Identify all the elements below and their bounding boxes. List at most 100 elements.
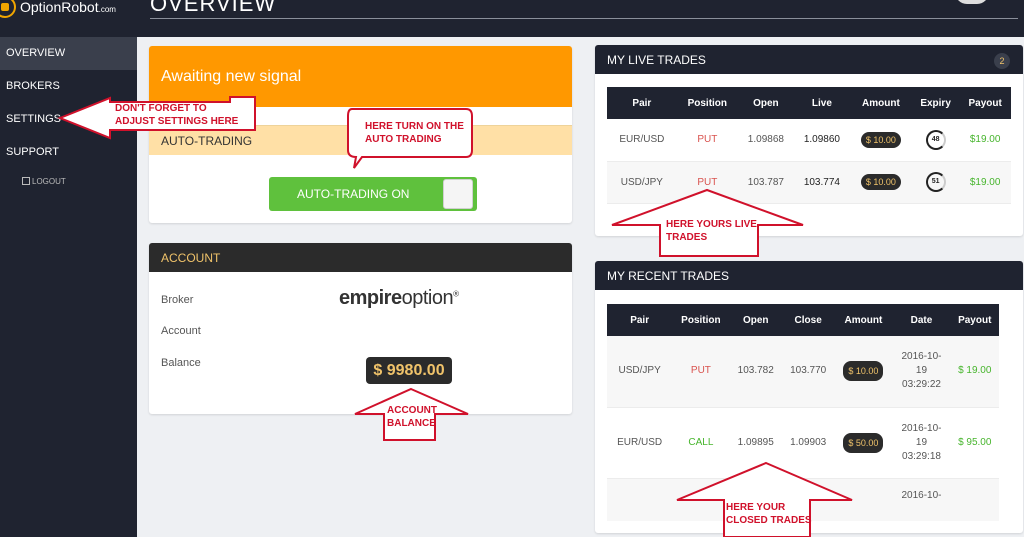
account-card: ACCOUNT Broker Account Balance empireopt… — [149, 243, 572, 414]
recent-trades-scroll-area[interactable]: Pair Position Open Close Amount Date Pay… — [607, 304, 1011, 521]
column-header[interactable]: Pair — [607, 304, 673, 336]
pair-cell: USD/JPY — [607, 161, 677, 204]
column-header[interactable]: Pair — [607, 87, 677, 119]
expiry-timer-icon: 51 — [925, 172, 946, 192]
annotation-closed-text: HERE YOUR CLOSED TRADES — [726, 502, 812, 526]
avatar[interactable] — [955, 0, 989, 4]
payout-cell — [950, 478, 999, 521]
payout-cell: $ 95.00 — [950, 407, 999, 479]
column-header[interactable]: Open — [737, 87, 794, 119]
table-row: USD/JPY PUT 103.787 103.774 $ 10.00 51 $… — [607, 161, 1011, 204]
table-row: EUR/USD CALL 1.09895 1.09903 $ 50.00 201… — [607, 407, 999, 479]
pair-cell — [607, 478, 673, 521]
column-header[interactable]: Position — [672, 304, 730, 336]
logout-link[interactable]: LOGOUT — [0, 175, 137, 189]
live-trades-card: MY LIVE TRADES 2 Pair Position Open Live… — [595, 45, 1023, 236]
balance-value: $ 9980.00 — [366, 357, 452, 384]
annotation-live-text: HERE YOURS LIVE TRADES — [666, 219, 757, 243]
pair-cell: EUR/USD — [607, 119, 677, 162]
page-title: OVERVIEW — [150, 0, 277, 16]
open-cell: 1.09868 — [737, 119, 794, 162]
column-header[interactable]: Date — [892, 304, 951, 336]
live-trades-title: MY LIVE TRADES — [607, 53, 706, 67]
pair-cell: EUR/USD — [607, 407, 673, 479]
recent-trades-title: MY RECENT TRADES — [607, 269, 730, 283]
date-cell: 2016-10- 19 03:29:18 — [892, 407, 951, 479]
live-trades-count-badge: 2 — [994, 53, 1010, 69]
date-cell: 2016-10- 19 03:29:22 — [892, 336, 951, 408]
column-header[interactable]: Live — [793, 87, 850, 119]
date-line: 2016-10- — [901, 351, 942, 363]
amount-badge: $ 10.00 — [860, 131, 901, 148]
annotation-auto-text: HERE TURN ON THE AUTO TRADING — [365, 121, 464, 145]
column-header[interactable]: Amount — [849, 87, 912, 119]
open-cell: 103.787 — [737, 161, 794, 204]
position-cell: PUT — [676, 161, 738, 204]
column-header[interactable]: Expiry — [911, 87, 960, 119]
live-trades-table: Pair Position Open Live Amount Expiry Pa… — [607, 87, 1011, 204]
main-content: Awaiting new signal AUTO-TRADING AUTO-TR… — [137, 37, 1024, 537]
table-row: USD/JPY PUT 103.782 103.770 $ 10.00 2016… — [607, 336, 999, 408]
signal-status: Awaiting new signal — [149, 46, 572, 107]
date-line: 03:29:22 — [902, 379, 941, 391]
amount-badge: $ 10.00 — [843, 361, 884, 382]
account-header: ACCOUNT — [149, 243, 572, 272]
sidebar-item-brokers[interactable]: BROKERS — [0, 70, 137, 103]
recent-trades-header: MY RECENT TRADES — [595, 261, 1023, 290]
close-cell: 1.09903 — [781, 407, 835, 479]
position-cell: PUT — [672, 336, 730, 408]
column-header[interactable]: Payout — [950, 304, 999, 336]
auto-trading-toggle[interactable]: AUTO-TRADING ON — [269, 177, 477, 211]
logout-label: LOGOUT — [32, 177, 66, 186]
annotation-balance-text: ACCOUNT BALANCE — [387, 405, 437, 429]
open-cell: 103.782 — [729, 336, 782, 408]
balance-label: Balance — [161, 357, 201, 369]
close-cell: 103.770 — [781, 336, 835, 408]
brand-suffix: .com — [98, 5, 116, 14]
table-row: EUR/USD PUT 1.09868 1.09860 $ 10.00 48 $… — [607, 119, 1011, 162]
logout-icon — [22, 177, 30, 185]
open-cell: 1.09895 — [729, 407, 782, 479]
broker-logo-part1: empire — [339, 287, 402, 309]
payout-cell: $19.00 — [959, 119, 1011, 162]
annotation-settings-text: DON'T FORGET TO ADJUST SETTINGS HERE — [115, 103, 239, 127]
payout-cell: $19.00 — [959, 161, 1011, 204]
top-bar: OptionRobot.com OVERVIEW — [0, 0, 1024, 37]
auto-trading-toggle-label: AUTO-TRADING ON — [297, 187, 410, 201]
title-divider — [150, 18, 1018, 19]
column-header[interactable]: Open — [729, 304, 782, 336]
amount-cell — [834, 478, 893, 521]
broker-logo-mark: ® — [453, 289, 459, 299]
amount-badge: $ 10.00 — [860, 174, 901, 190]
pair-cell: USD/JPY — [607, 336, 673, 408]
column-header[interactable]: Payout — [959, 87, 1011, 119]
recent-trades-card: MY RECENT TRADES Pair Position Open Clos… — [595, 261, 1023, 533]
auto-trading-header: AUTO-TRADING — [149, 125, 572, 155]
date-line: 2016-10- — [901, 489, 942, 501]
brand-name: OptionRobot — [20, 0, 99, 15]
sidebar-item-overview[interactable]: OVERVIEW — [0, 37, 137, 70]
broker-label: Broker — [161, 294, 194, 306]
position-cell — [672, 478, 730, 521]
date-line: 2016-10- — [901, 422, 942, 434]
column-header[interactable]: Position — [676, 87, 738, 119]
brand-logo[interactable]: OptionRobot.com — [0, 0, 116, 20]
live-trades-header: MY LIVE TRADES 2 — [595, 45, 1023, 74]
sidebar-item-support[interactable]: SUPPORT — [0, 136, 137, 169]
broker-logo-part2: option — [401, 287, 454, 309]
expiry-timer-icon: 48 — [925, 129, 946, 150]
date-line: 03:29:18 — [902, 450, 941, 462]
column-header[interactable]: Amount — [834, 304, 893, 336]
date-line: 19 — [915, 436, 928, 448]
signal-card: Awaiting new signal AUTO-TRADING AUTO-TR… — [149, 46, 572, 223]
live-cell: 1.09860 — [793, 119, 850, 162]
payout-cell: $ 19.00 — [950, 336, 999, 408]
account-label: Account — [161, 325, 201, 337]
position-cell: PUT — [676, 119, 738, 162]
date-cell: 2016-10- — [892, 478, 951, 521]
live-cell: 103.774 — [793, 161, 850, 204]
toggle-knob[interactable] — [443, 179, 473, 209]
broker-logo: empireoption® — [339, 287, 459, 310]
column-header[interactable]: Close — [781, 304, 835, 336]
recent-trades-table: Pair Position Open Close Amount Date Pay… — [607, 304, 999, 521]
